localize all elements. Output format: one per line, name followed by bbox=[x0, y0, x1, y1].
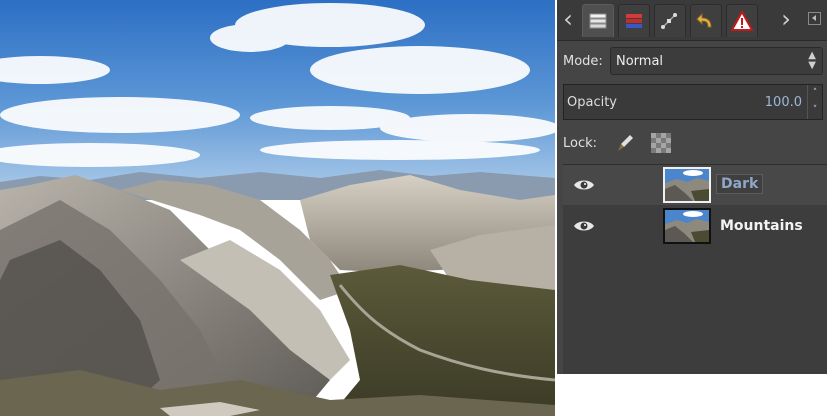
mountain-photo bbox=[0, 0, 555, 416]
dock-tab-bar: ‹ › bbox=[557, 0, 827, 41]
tab-scroll-left-icon[interactable]: ‹ bbox=[559, 4, 577, 34]
mode-value: Normal bbox=[616, 54, 664, 69]
combo-arrows-icon: ▲ ▼ bbox=[808, 50, 816, 71]
mode-label: Mode: bbox=[563, 54, 603, 69]
lock-alpha-icon[interactable] bbox=[651, 133, 671, 153]
layer-list[interactable]: Dark Mountains bbox=[563, 164, 827, 374]
layer-name-field[interactable]: Dark bbox=[716, 174, 764, 194]
layer-row-mountains[interactable]: Mountains bbox=[563, 206, 827, 246]
layers-dock: ‹ › Mode: Normal ▲ ▼ Opacity 100.0 ˄ ˅ L… bbox=[557, 0, 827, 374]
lock-pixels-icon[interactable] bbox=[615, 133, 635, 153]
opacity-label: Opacity bbox=[567, 95, 618, 110]
image-canvas[interactable] bbox=[0, 0, 555, 416]
tab-layers[interactable] bbox=[582, 4, 614, 37]
layer-thumbnail[interactable] bbox=[663, 208, 711, 244]
undo-history-icon bbox=[696, 12, 712, 28]
visibility-eye-icon[interactable] bbox=[573, 177, 595, 193]
layer-name: Mountains bbox=[720, 218, 803, 234]
tab-error-console[interactable] bbox=[726, 4, 758, 37]
layer-thumbnail[interactable] bbox=[663, 167, 711, 203]
opacity-value: 100.0 bbox=[764, 95, 802, 110]
opacity-stepper[interactable]: ˄ ˅ bbox=[807, 85, 822, 119]
lock-label: Lock: bbox=[563, 136, 598, 151]
mode-select[interactable]: Normal ▲ ▼ bbox=[610, 47, 823, 75]
layer-row-dark[interactable]: Dark bbox=[563, 165, 827, 205]
tab-undo-history[interactable] bbox=[690, 4, 722, 37]
opacity-spinscale[interactable]: Opacity 100.0 ˄ ˅ bbox=[563, 84, 823, 120]
error-console-icon bbox=[731, 10, 753, 31]
paths-icon bbox=[661, 13, 677, 29]
visibility-eye-icon[interactable] bbox=[573, 218, 595, 234]
tab-scroll-right-icon[interactable]: › bbox=[777, 4, 795, 34]
tab-channels[interactable] bbox=[618, 4, 650, 37]
stepper-up-icon[interactable]: ˄ bbox=[808, 85, 822, 102]
layers-icon bbox=[589, 13, 607, 29]
channels-icon bbox=[626, 14, 642, 28]
stepper-down-icon[interactable]: ˅ bbox=[808, 102, 822, 119]
tab-paths[interactable] bbox=[654, 4, 686, 37]
dock-menu-icon[interactable] bbox=[808, 12, 821, 25]
